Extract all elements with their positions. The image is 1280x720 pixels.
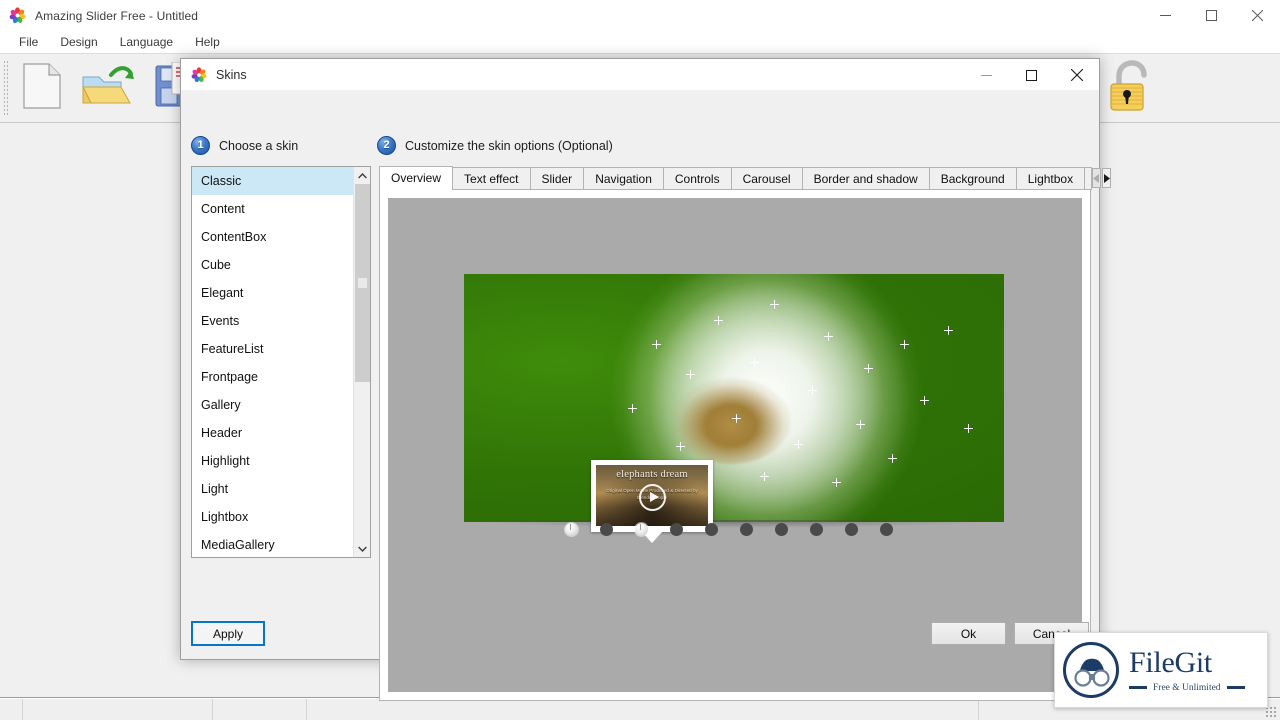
skin-item-classic[interactable]: Classic [192,167,353,195]
tab-controls[interactable]: Controls [663,167,732,190]
scrollbar-thumb[interactable] [355,184,370,382]
skin-item-gallery[interactable]: Gallery [192,391,353,419]
step-1-badge: 1 [191,136,210,155]
menu-design[interactable]: Design [49,33,108,51]
tab-lightbox[interactable]: Lightbox [1016,167,1085,190]
step-1-label: Choose a skin [219,139,298,153]
main-menubar: File Design Language Help [0,31,1280,53]
thumbnail-tooltip[interactable]: elephants dream Original Open Movie Prod… [591,460,713,532]
nav-dot[interactable] [740,523,753,536]
skin-item-content[interactable]: Content [192,195,353,223]
nav-dot[interactable] [670,523,683,536]
minimize-icon[interactable] [1142,0,1188,31]
skins-dialog-titlebar: Skins [181,59,1099,91]
tab-overview[interactable]: Overview [379,166,453,190]
nav-dot[interactable] [600,523,613,536]
nav-dot[interactable] [845,523,858,536]
main-window-title: Amazing Slider Free - Untitled [35,9,198,23]
navigation-dots [565,523,893,536]
skin-item-light[interactable]: Light [192,475,353,503]
thumbnail-title: elephants dream [596,469,708,480]
menu-file[interactable]: File [8,33,49,51]
close-icon[interactable] [1234,0,1280,31]
tab-slider[interactable]: Slider [530,167,585,190]
triangle-right-icon[interactable] [1102,168,1111,188]
tab-border-and-shadow[interactable]: Border and shadow [802,167,930,190]
nav-dot[interactable] [880,523,893,536]
close-icon[interactable] [1054,59,1099,91]
tab-navigation[interactable]: Navigation [583,167,664,190]
menu-language[interactable]: Language [109,33,184,51]
skin-list[interactable]: Classic Content ContentBox Cube Elegant … [191,166,371,558]
apply-button[interactable]: Apply [191,621,265,646]
flower-logo-icon [9,7,26,24]
unlock-padlock-icon [1107,59,1155,118]
tab-background[interactable]: Background [929,167,1017,190]
menu-help[interactable]: Help [184,33,231,51]
maximize-icon[interactable] [1188,0,1234,31]
watermark-brand-name: FileGit [1129,648,1245,678]
step-2-customize-options: 2 Customize the skin options (Optional) [377,136,613,155]
skin-item-cube[interactable]: Cube [192,251,353,279]
triangle-left-icon[interactable] [1092,168,1101,188]
new-document-button[interactable] [9,57,75,119]
nav-dot[interactable] [565,523,578,536]
ok-button[interactable]: Ok [931,622,1006,645]
skin-item-mediagallery[interactable]: MediaGallery [192,531,353,558]
nav-dot[interactable] [705,523,718,536]
main-window-controls [1142,0,1280,31]
skins-dialog-window-controls [964,59,1099,91]
maximize-icon[interactable] [1009,59,1054,91]
watermark-rule-left [1129,686,1147,689]
step-2-label: Customize the skin options (Optional) [405,139,613,153]
chevron-down-icon[interactable] [354,540,371,557]
flower-logo-icon [191,67,207,83]
tab-carousel[interactable]: Carousel [731,167,803,190]
open-folder-button[interactable] [75,57,141,119]
watermark-rule-right [1227,686,1245,689]
skin-item-events[interactable]: Events [192,307,353,335]
skin-item-header[interactable]: Header [192,419,353,447]
dialog-footer: Apply Ok Cancel [181,611,1099,659]
skin-item-contentbox[interactable]: ContentBox [192,223,353,251]
skins-dialog-content: 1 Choose a skin 2 Customize the skin opt… [181,91,1099,659]
dandelion-seedhead-photo[interactable] [464,274,1004,522]
skin-item-highlight[interactable]: Highlight [192,447,353,475]
nav-dot[interactable] [635,523,648,536]
open-folder-icon [81,63,135,114]
skin-item-featurelist[interactable]: FeatureList [192,335,353,363]
tab-text-effect[interactable]: Text effect [452,167,530,190]
main-titlebar: Amazing Slider Free - Untitled [0,0,1280,31]
chevron-up-icon[interactable] [354,167,371,184]
step-2-badge: 2 [377,136,396,155]
skin-list-scrollbar[interactable] [353,167,370,557]
skin-item-lightbox[interactable]: Lightbox [192,503,353,531]
skins-dialog-title: Skins [216,68,247,82]
new-document-icon [23,63,61,114]
filegit-watermark: FileGit Free & Unlimited [1054,632,1268,708]
skin-item-frontpage[interactable]: Frontpage [192,363,353,391]
step-1-choose-a-skin: 1 Choose a skin [191,136,298,155]
minimize-icon[interactable] [964,59,1009,91]
watermark-tagline: Free & Unlimited [1147,683,1227,693]
binoculars-circle-icon [1063,642,1119,698]
skins-dialog: Skins 1 Choose a skin 2 Customize the sk… [180,58,1100,660]
options-tabstrip: Overview Text effect Slider Navigation C… [379,166,1091,190]
play-circle-icon[interactable] [639,484,666,511]
skin-item-elegant[interactable]: Elegant [192,279,353,307]
nav-dot[interactable] [775,523,788,536]
nav-dot[interactable] [810,523,823,536]
tab-clipped[interactable]: C [1084,167,1092,190]
unlock-button[interactable] [1098,57,1164,119]
